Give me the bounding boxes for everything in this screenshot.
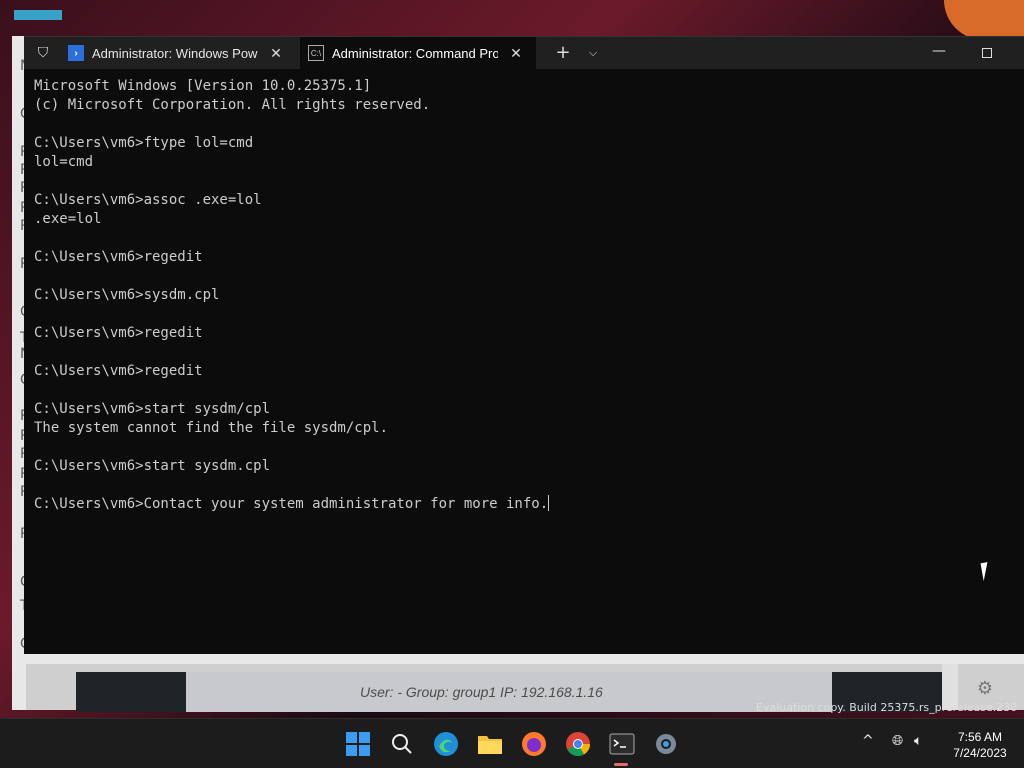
console-line: .exe=lol (34, 211, 102, 227)
maximize-icon (982, 48, 992, 58)
console-line: C:\Users\vm6>sysdm.cpl (34, 287, 220, 303)
minimize-button[interactable]: — (916, 37, 962, 69)
close-icon[interactable]: ✕ (508, 45, 524, 62)
console-output[interactable]: Microsoft Windows [Version 10.0.25375.1]… (34, 77, 1014, 514)
chevron-up-icon[interactable]: ^ (862, 733, 874, 749)
file-explorer-icon[interactable] (476, 730, 504, 758)
settings-icon[interactable] (652, 730, 680, 758)
background-panel (76, 672, 186, 712)
cmd-icon: C:\ (308, 45, 324, 61)
clock[interactable]: 7:56 AM 7/24/2023 (940, 729, 1020, 761)
clock-time: 7:56 AM (957, 730, 1003, 744)
terminal-titlebar: ⛉ › Administrator: Windows PowerShell ✕ … (24, 37, 1024, 69)
search-icon[interactable] (388, 730, 416, 758)
powershell-icon: › (68, 45, 84, 61)
edge-icon[interactable] (432, 730, 460, 758)
start-icon[interactable] (344, 730, 372, 758)
tab-powershell[interactable]: › Administrator: Windows PowerShell ✕ (60, 37, 294, 69)
console-line: C:\Users\vm6>start sysdm.cpl (34, 458, 271, 474)
console-line: lol=cmd (34, 154, 94, 170)
tab-label: Administrator: Command Prompt (332, 45, 498, 61)
gear-icon[interactable]: ⚙ (970, 674, 1000, 704)
console-line: C:\Users\vm6>assoc .exe=lol (34, 192, 262, 208)
chevron-down-icon[interactable]: ⌵ (580, 41, 606, 65)
console-line: C:\Users\vm6>regedit (34, 249, 203, 265)
close-icon[interactable]: ✕ (268, 45, 284, 62)
terminal-icon[interactable] (608, 730, 636, 758)
maximize-button[interactable] (964, 37, 1010, 69)
clock-date: 7/24/2023 (953, 746, 1007, 760)
wallpaper-shape (14, 10, 62, 20)
chrome-icon[interactable] (564, 730, 592, 758)
console-line: C:\Users\vm6>regedit (34, 325, 203, 341)
tab-label: Administrator: Windows PowerShell (92, 45, 258, 61)
new-tab-button[interactable]: + (550, 41, 576, 65)
tab-command-prompt[interactable]: C:\ Administrator: Command Prompt ✕ (300, 37, 536, 69)
background-status-text: User: - Group: group1 IP: 192.168.1.16 (186, 672, 832, 712)
console-line: Microsoft Windows [Version 10.0.25375.1] (34, 78, 372, 94)
evaluation-watermark: Evaluation copy. Build 25375.rs_prerelea… (756, 701, 1018, 714)
mouse-cursor-icon (980, 560, 998, 582)
taskbar: ^ 🌐︎ 🔈︎ 7:56 AM 7/24/2023 (0, 718, 1024, 768)
text-cursor (548, 495, 550, 511)
terminal-window: ⛉ › Administrator: Windows PowerShell ✕ … (24, 36, 1024, 654)
console-line: The system cannot find the file sysdm/cp… (34, 420, 389, 436)
console-line: (c) Microsoft Corporation. All rights re… (34, 97, 431, 113)
firefox-icon[interactable] (520, 730, 548, 758)
console-line: C:\Users\vm6>regedit (34, 363, 203, 379)
network-icon[interactable]: 🌐︎ (892, 733, 903, 749)
active-app-indicator (614, 763, 628, 766)
console-line: C:\Users\vm6>start sysdm/cpl (34, 401, 271, 417)
volume-icon[interactable]: 🔈︎ (914, 733, 922, 749)
console-line: C:\Users\vm6>ftype lol=cmd (34, 135, 254, 151)
shield-icon: ⛉ (37, 45, 49, 61)
background-app-bottom-bar: User: - Group: group1 IP: 192.168.1.16 ⚙… (26, 664, 1024, 714)
wallpaper-shape (944, 0, 1024, 40)
console-line: C:\Users\vm6>Contact your system adminis… (34, 495, 550, 512)
